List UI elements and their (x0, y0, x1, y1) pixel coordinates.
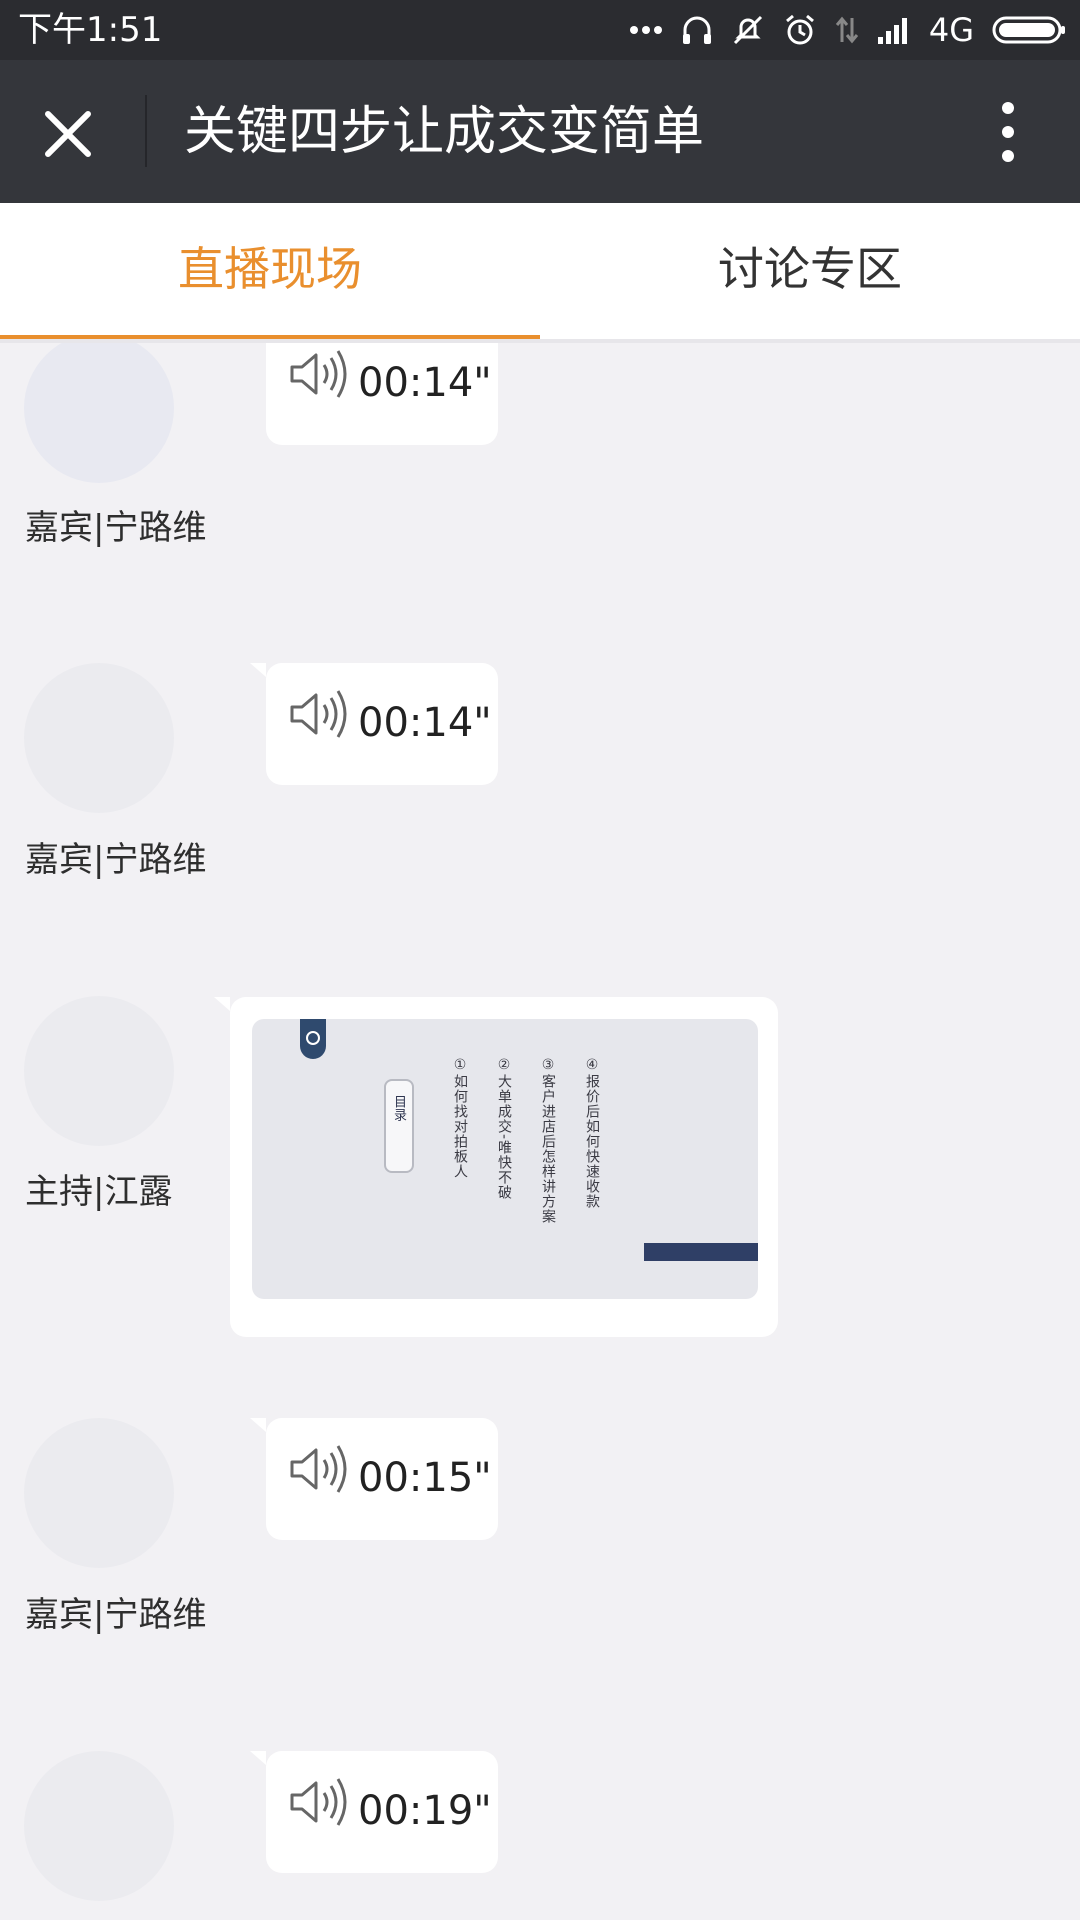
headset-icon (681, 14, 713, 46)
network-type: 4G (928, 11, 974, 49)
speaker-icon (290, 1445, 347, 1493)
avatar[interactable] (24, 1418, 174, 1568)
tab-live[interactable]: 直播现场 (0, 203, 540, 335)
more-dots-icon (629, 24, 663, 36)
voice-message[interactable]: 00:14" (250, 663, 498, 785)
voice-duration: 00:19" (358, 1788, 492, 1834)
avatar[interactable] (24, 663, 174, 813)
sender-name: 嘉宾|宁路维 (25, 1595, 207, 1635)
message-feed[interactable]: 00:14" 嘉宾|宁路维 00:14" 嘉宾|宁路维 目录 ①如何找对拍板人 … (0, 343, 1080, 1920)
voice-message[interactable]: 00:15" (250, 1418, 498, 1540)
sender-name: 嘉宾|宁路维 (25, 840, 207, 880)
data-arrows-icon (835, 14, 859, 46)
app-bar-divider (145, 95, 147, 167)
avatar[interactable] (24, 996, 174, 1146)
voice-duration: 00:15" (358, 1455, 492, 1501)
speaker-icon (290, 690, 347, 738)
more-vertical-icon (1002, 102, 1014, 162)
more-button[interactable] (990, 96, 1026, 168)
speaker-icon (290, 1778, 347, 1826)
bubble-tail (250, 1751, 266, 1765)
slide-title-scroll: 目录 (384, 1079, 414, 1173)
voice-message[interactable]: 00:14" (266, 343, 498, 445)
slide-image[interactable]: 目录 ①如何找对拍板人 ②大单成交-唯快不破 ③客户进店后怎样讲方案 ④报价后如… (252, 1019, 758, 1299)
slide-item: ①如何找对拍板人 (452, 1057, 468, 1179)
bubble-tail (250, 1418, 266, 1432)
tab-discussion[interactable]: 讨论专区 (540, 203, 1080, 335)
close-button[interactable] (38, 104, 98, 164)
slide-item: ④报价后如何快速收款 (584, 1057, 600, 1209)
slide-brand-seal-icon (644, 1243, 758, 1261)
status-icons: 4G (629, 0, 1066, 60)
status-bar: 下午1:51 4G (0, 0, 1080, 60)
close-icon (45, 111, 91, 157)
voice-duration: 00:14" (358, 360, 492, 406)
tab-bar: 直播现场 讨论专区 (0, 203, 1080, 341)
slide-item: ②大单成交-唯快不破 (496, 1057, 512, 1201)
app-bar: 关键四步让成交变简单 (0, 60, 1080, 203)
avatar[interactable] (24, 1751, 174, 1901)
vibrate-off-icon (731, 13, 765, 47)
speaker-icon (290, 350, 347, 398)
status-time: 下午1:51 (18, 10, 163, 50)
slide-item: ③客户进店后怎样讲方案 (540, 1057, 556, 1224)
alarm-icon (783, 13, 817, 47)
slide-title: 目录 (391, 1095, 406, 1121)
page-title: 关键四步让成交变简单 (184, 102, 705, 162)
voice-message[interactable]: 00:19" (250, 1751, 498, 1873)
image-message[interactable]: 目录 ①如何找对拍板人 ②大单成交-唯快不破 ③客户进店后怎样讲方案 ④报价后如… (214, 997, 778, 1337)
sender-name: 嘉宾|宁路维 (25, 508, 207, 548)
voice-duration: 00:14" (358, 700, 492, 746)
logo-badge-icon (300, 1019, 326, 1059)
avatar[interactable] (24, 343, 174, 483)
battery-icon (992, 15, 1066, 45)
signal-icon (877, 15, 911, 45)
bubble-tail (250, 663, 266, 677)
sender-name: 主持|江露 (25, 1172, 173, 1212)
bubble-tail (214, 997, 230, 1011)
